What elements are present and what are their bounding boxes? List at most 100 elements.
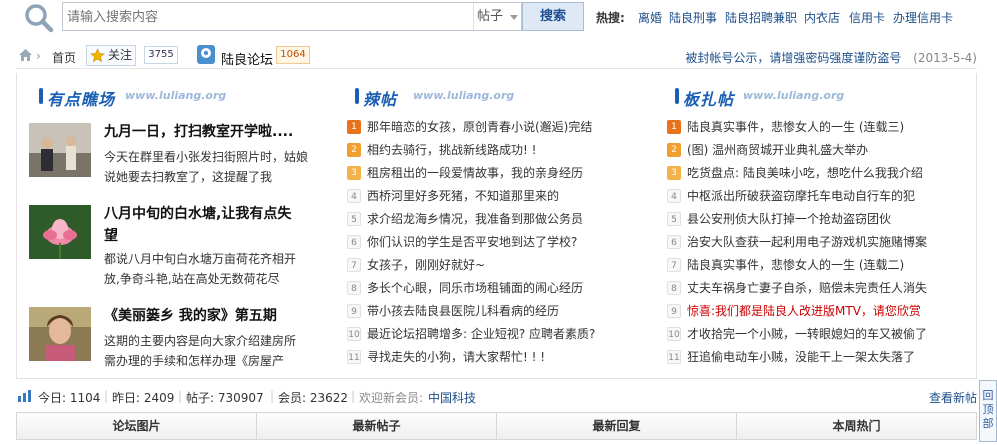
section-watermark: www.luliang.org [743,89,845,102]
rank-number: 10 [347,327,361,341]
tab-latest-posts[interactable]: 最新帖子 [257,413,497,439]
rank-number: 7 [667,258,681,272]
rank-number: 8 [347,281,361,295]
top-post-item[interactable]: 5 县公安刑侦大队打掉一个抢劫盗窃团伙 [667,209,972,229]
rank-number: 5 [347,212,361,226]
post-title: 多长个心眼，同乐市场租铺面的闹心经历 [367,281,584,295]
breadcrumb: › 首页 关注 3755 陆良论坛 1064 被封帐号公示，请增强密码强度谨防盗… [16,43,977,69]
featured-title-line: 八月中旬的白水塘,让我有点失 [104,206,292,222]
post-title: 最近论坛招聘增多: 企业短视? 应聘者素质? [367,327,596,341]
post-title: 吃货盘点: 陆良美味小吃，想吃什么我我介绍 [687,166,923,180]
rank-number: 5 [667,212,681,226]
top-post-item[interactable]: 10 才收拾完一个小贼，一转眼媳妇的车又被偷了 [667,324,972,344]
bottom-tab-bar: 论坛图片 最新帖子 最新回复 本周热门 [16,412,977,440]
breadcrumb-home[interactable]: 首页 [52,49,76,66]
rank-number: 6 [347,235,361,249]
hot-post-item[interactable]: 8 多长个心眼，同乐市场租铺面的闹心经历 [347,278,647,298]
top-post-item[interactable]: 3 吃货盘点: 陆良美味小吃，想吃什么我我介绍 [667,163,972,183]
search-input[interactable] [67,7,467,27]
hot-search-link[interactable]: 办理信用卡 [893,9,953,26]
hot-search-link[interactable]: 离婚 [638,9,662,26]
featured-desc: 都说八月中旬白水塘万亩荷花齐相开 放,争奇斗艳,站在高处无数荷花尽 [104,249,334,289]
hot-search-link[interactable]: 内衣店 [804,9,840,26]
post-title: 中枢派出所破获盗窃摩托车电动自行车的犯 [687,189,916,203]
forum-stats-bar: 今日: 1104 | 昨日: 2409 | 帖子: 730907 | 会员: 2… [16,386,977,406]
follow-button[interactable]: 关注 [86,45,136,66]
hot-search-link[interactable]: 陆良刑事 [669,9,717,26]
post-title: 女孩子，刚刚好就好~ [367,258,486,272]
post-title: 才收拾完一个小贼，一转眼媳妇的车又被偷了 [687,327,928,341]
hot-post-item[interactable]: 9 带小孩去陆良县医院儿科看病的经历 [347,301,647,321]
search-box: 帖子 [62,2,522,31]
hot-post-item[interactable]: 6 你们认识的学生是否平安地到达了学校? [347,232,647,252]
new-member-link[interactable]: 中国科技 [428,389,476,406]
view-new-posts-link[interactable]: 查看新帖 [929,389,977,406]
tab-weekly-hot[interactable]: 本周热门 [737,413,976,439]
top-post-item[interactable]: 9 惊喜:我们都是陆良人改进版MTV，请您欣赏 [667,301,972,321]
rank-number: 3 [667,166,681,180]
post-title: 陆良真实事件，悲惨女人的一生 (连载二) [687,258,905,272]
search-button[interactable]: 搜索 [522,2,584,31]
rank-number: 3 [347,166,361,180]
content-panel: 有点瞧场 www.luliang.org 辣帖 www.luliang.org … [16,73,977,379]
search-icon[interactable] [24,3,54,33]
hot-post-item[interactable]: 3 租房租出的一段爱情故事，我的亲身经历 [347,163,647,183]
forum-logo-icon [197,45,215,64]
hot-post-item[interactable]: 11 寻找走失的小狗，请大家帮忙! ! ! [347,347,647,367]
featured-desc-line: 今天在群里看小张发扫街照片时，姑娘 [104,150,309,164]
featured-thumbnail[interactable] [29,307,91,361]
hot-post-item[interactable]: 2 相约去骑行，挑战新线路成功! ! [347,140,647,160]
back-to-top-button[interactable]: 回顶部 [979,380,997,442]
top-post-item[interactable]: 8 丈夫车祸身亡妻子自杀，赔偿未完责任人消失 [667,278,972,298]
hot-search-link[interactable]: 信用卡 [849,9,885,26]
back-to-top-char: 部 [982,417,994,430]
search-scope-label: 帖子 [477,9,504,24]
featured-thumbnail[interactable] [29,205,91,259]
section-watermark: www.luliang.org [125,89,227,102]
back-to-top-char: 顶 [982,403,994,416]
featured-desc: 今天在群里看小张发扫街照片时，姑娘 说她要去扫教室了，这提醒了我 [104,147,334,187]
rank-number: 4 [347,189,361,203]
forum-count: 1064 [276,46,310,64]
notice-link[interactable]: 被封帐号公示，请增强密码强度谨防盗号 [685,51,901,65]
top-post-item[interactable]: 4 中枢派出所破获盗窃摩托车电动自行车的犯 [667,186,972,206]
top-posts-list: 1 陆良真实事件，悲惨女人的一生 (连载三) 2 (图) 温州商贸城开业典礼盛大举办 3… [667,117,972,367]
search-scope-select[interactable]: 帖子 [473,3,523,30]
top-post-item[interactable]: 1 陆良真实事件，悲惨女人的一生 (连载三) [667,117,972,137]
section-header-hot: 辣帖 www.luliang.org [355,86,555,109]
featured-thumbnail[interactable] [29,123,91,177]
section-marker [355,88,359,104]
top-post-item[interactable]: 11 狂追偷电动车小贼，没能干上一架太失落了 [667,347,972,367]
stat-divider: | [178,389,183,403]
hot-post-item[interactable]: 4 西桥河里好多死猪，不知道那里来的 [347,186,647,206]
featured-title[interactable]: 九月一日，打扫教室开学啦.... [104,121,329,143]
rank-number: 2 [667,143,681,157]
hot-post-item[interactable]: 10 最近论坛招聘增多: 企业短视? 应聘者素质? [347,324,647,344]
stat-posts: 帖子: 730907 [186,391,264,405]
hot-post-item[interactable]: 1 那年暗恋的女孩，原创青春小说(邂逅)完结 [347,117,647,137]
home-icon[interactable] [18,48,33,62]
section-title: 有点瞧场 [47,90,116,109]
top-post-item[interactable]: 6 治安大队查获一起利用电子游戏机实施赌博案 [667,232,972,252]
hot-search-label: 热搜: [596,11,625,25]
top-post-item[interactable]: 7 陆良真实事件，悲惨女人的一生 (连载二) [667,255,972,275]
hot-post-item[interactable]: 7 女孩子，刚刚好就好~ [347,255,647,275]
rank-number: 6 [667,235,681,249]
hot-search-link[interactable]: 陆良招聘兼职 [725,9,797,26]
star-icon [90,48,105,63]
featured-title[interactable]: 《美丽篓乡 我的家》第五期 [104,305,329,327]
section-marker [39,88,43,104]
stat-welcome: 欢迎新会员: [359,391,424,405]
stat-today: 今日: 1104 [38,391,101,405]
chat-bubble-icon [201,48,211,58]
tab-forum-images[interactable]: 论坛图片 [17,413,257,439]
post-title: 求介绍龙海乡情况，我准备到那做公务员 [367,212,584,226]
tab-latest-replies[interactable]: 最新回复 [497,413,737,439]
breadcrumb-separator: › [36,49,41,63]
section-title: 辣帖 [363,90,398,109]
featured-title[interactable]: 八月中旬的白水塘,让我有点失 望 [104,203,329,247]
hot-post-item[interactable]: 5 求介绍龙海乡情况，我准备到那做公务员 [347,209,647,229]
top-search-bar: 帖子 搜索 热搜: 离婚 陆良刑事 陆良招聘兼职 内衣店 信用卡 办理信用卡 [0,0,997,36]
breadcrumb-forum[interactable]: 陆良论坛 [221,49,273,68]
top-post-item[interactable]: 2 (图) 温州商贸城开业典礼盛大举办 [667,140,972,160]
